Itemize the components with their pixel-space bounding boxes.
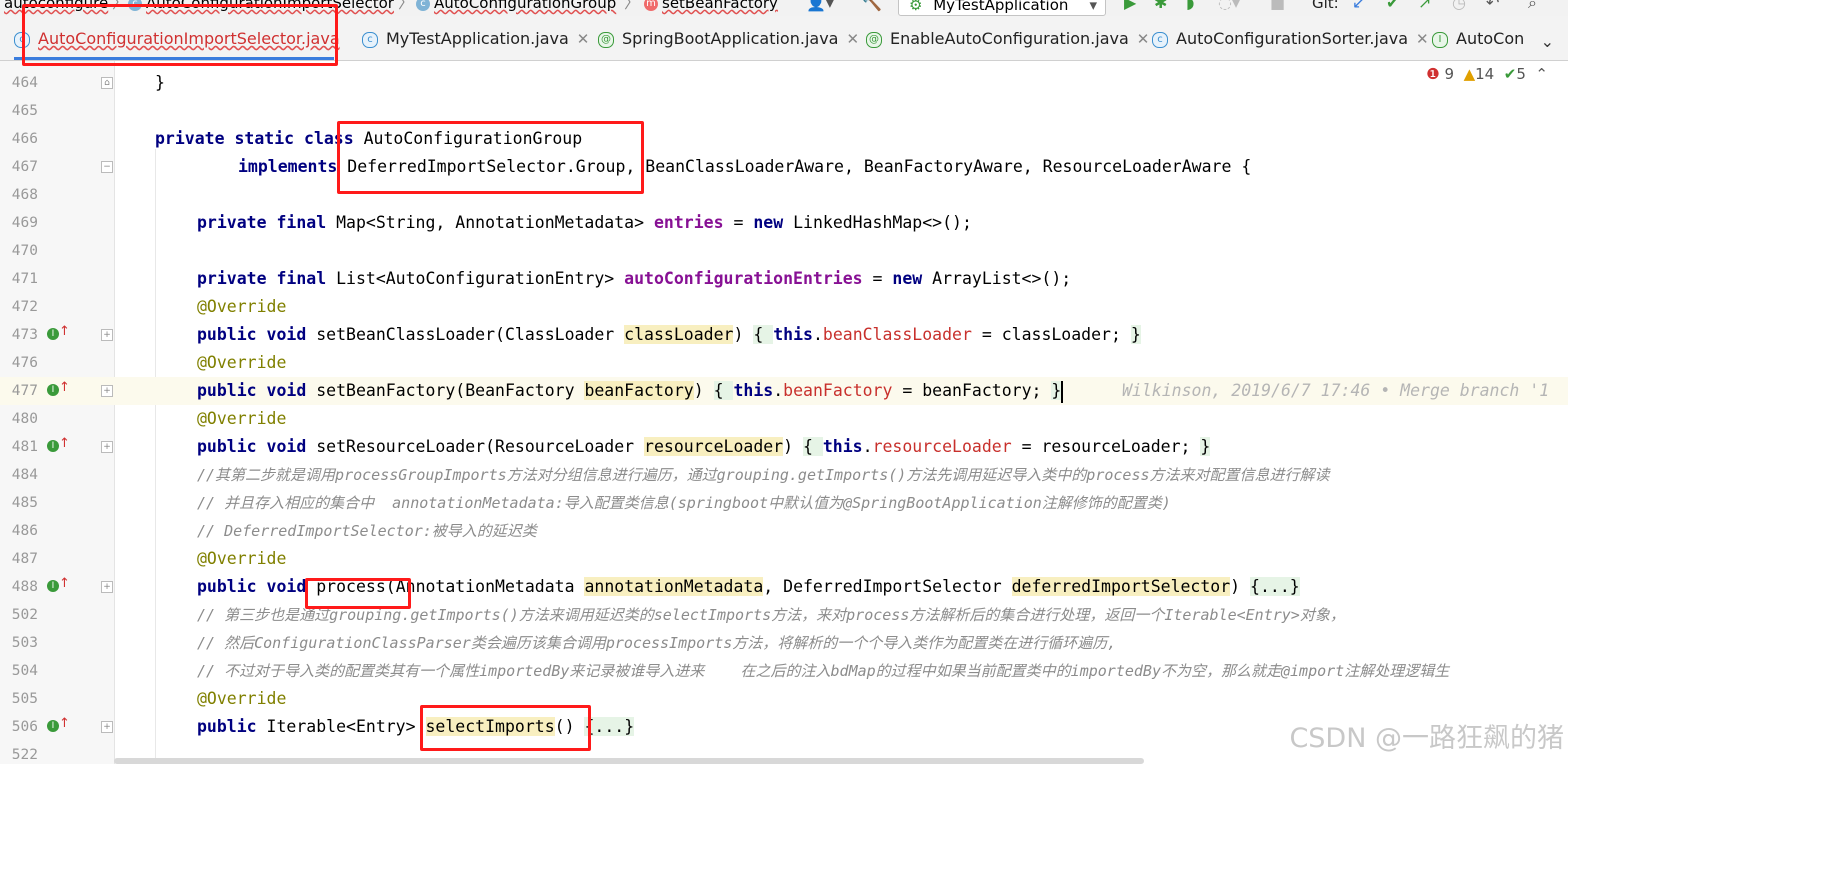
class-icon: c	[362, 31, 378, 48]
git-blame-annotation: Wilkinson, 2019/6/7 17:46 • Merge branch…	[1122, 381, 1550, 400]
watermark: CSDN @一路狂飙的猪	[1289, 723, 1564, 754]
run-icon[interactable]: ▶	[1124, 0, 1136, 11]
code-line-488: 488 I ↑ + public void process(AnnotationM…	[11, 576, 1300, 596]
git-update-icon[interactable]: ↙	[1352, 0, 1365, 11]
code-line-480: 480 @Override	[11, 409, 287, 428]
code-line-467: 467 − implements DeferredImportSelector.…	[11, 157, 1252, 176]
debug-icon[interactable]: ✱	[1154, 0, 1167, 11]
close-icon[interactable]: ✕	[1137, 30, 1150, 48]
code-line-502: 502 // 第三步也是通过grouping.getImports()方法来调用…	[11, 606, 1345, 624]
code-line-487: 487 @Override	[11, 549, 287, 568]
class-icon: c	[416, 0, 430, 11]
stop-icon[interactable]: ■	[1270, 0, 1285, 11]
highlight-box-active-tab	[22, 4, 338, 66]
code-line-473: 473 I ↑ + public void setBeanClassLoader(…	[11, 324, 1141, 344]
code-line-466: 466 private static class AutoConfigurati…	[11, 129, 583, 148]
code-editor[interactable]: ❶ 9 ▲14 ✔5 ⌃ 464 ⌂ } 465 466 private sta…	[0, 61, 1568, 764]
user-icon[interactable]: 👤▾	[806, 0, 834, 11]
code-line-503: 503 // 然后ConfigurationClassParser类会遍历该集合…	[11, 634, 1117, 652]
breadcrumb-separator: 〉	[624, 0, 641, 12]
code-line-504: 504 // 不过对于导入类的配置类其有一个属性importedBy来记录被谁导…	[11, 662, 1450, 680]
breadcrumb-inner-class[interactable]: c AutoConfigurationGroup	[416, 0, 616, 11]
arrow-up-icon: ↑	[59, 380, 70, 395]
arrow-up-icon: ↑	[59, 436, 70, 451]
implements-marker-icon[interactable]: I	[47, 440, 59, 452]
fold-icon[interactable]: +	[101, 329, 113, 341]
close-icon[interactable]: ✕	[577, 30, 590, 48]
implements-marker-icon[interactable]: I	[47, 328, 59, 340]
fold-end-icon[interactable]: ⌂	[101, 77, 113, 89]
fold-icon[interactable]: +	[101, 721, 113, 733]
tab-enableautoconfiguration[interactable]: @ EnableAutoConfiguration.java ✕	[866, 16, 1149, 60]
code-line-464: 464 ⌂ }	[11, 73, 165, 92]
code-line-470: 470	[11, 243, 38, 259]
code-line-484: 484 //其第二步就是调用processGroupImports方法对分组信息…	[11, 466, 1330, 484]
close-icon[interactable]: ✕	[1416, 30, 1429, 48]
folded-code-block[interactable]: {...}	[584, 717, 635, 736]
profile-icon[interactable]: ◌▾	[1218, 0, 1240, 11]
code-line-477-current: 477 I ↑ + public void setBeanFactory(Bean…	[0, 377, 1568, 405]
breadcrumb-separator: 〉	[398, 0, 415, 12]
run-configuration-select[interactable]: ⚙ MyTestApplication ▾	[898, 0, 1106, 16]
highlight-box-group-interface	[337, 121, 644, 194]
implements-marker-icon[interactable]: I	[47, 720, 59, 732]
history-icon[interactable]: ◷	[1452, 0, 1466, 11]
fold-icon[interactable]: +	[101, 441, 113, 453]
arrow-up-icon: ↑	[59, 324, 70, 339]
app-icon: ⚙	[909, 0, 923, 14]
code-line-472: 472 @Override	[11, 297, 287, 316]
fold-icon[interactable]: −	[101, 161, 113, 173]
tab-autoconfigurationsorter[interactable]: c AutoConfigurationSorter.java ✕	[1152, 16, 1429, 60]
code-line-471: 471 private final List<AutoConfiguration…	[11, 269, 1072, 288]
code-line-485: 485 // 并且存入相应的集合中 annotationMetadata:导入配…	[11, 494, 1171, 512]
chevron-down-icon: ▾	[1089, 0, 1097, 14]
git-commit-icon[interactable]: ✔	[1386, 0, 1399, 11]
fold-icon[interactable]: +	[101, 385, 113, 397]
annotation-icon: @	[598, 31, 614, 48]
folded-code-block[interactable]: {...}	[1250, 577, 1300, 596]
git-label: Git:	[1312, 0, 1339, 12]
code-line-476: 476 @Override	[11, 353, 287, 372]
fold-icon[interactable]: +	[101, 581, 113, 593]
annotation-icon: @	[866, 31, 882, 48]
interface-icon: I	[1432, 31, 1448, 48]
coverage-icon[interactable]: ◗	[1186, 0, 1194, 11]
close-icon[interactable]: ✕	[846, 30, 859, 48]
rollback-icon[interactable]: ↶	[1486, 0, 1499, 11]
implements-marker-icon[interactable]: I	[47, 580, 59, 592]
code-line-481: 481 I ↑ + public void setResourceLoader(R…	[11, 436, 1211, 456]
tab-springbootapplication[interactable]: @ SpringBootApplication.java ✕	[598, 16, 859, 60]
arrow-up-icon: ↑	[59, 716, 70, 731]
method-icon: m	[644, 0, 658, 11]
tab-mytestapplication[interactable]: c MyTestApplication.java ✕	[362, 16, 589, 60]
build-hammer-icon[interactable]: 🔨	[862, 0, 882, 11]
tab-autocon[interactable]: I AutoCon	[1432, 16, 1524, 60]
code-line-486: 486 // DeferredImportSelector:被导入的延迟类	[11, 522, 537, 540]
class-icon: c	[1152, 31, 1168, 48]
arrow-up-icon: ↑	[59, 576, 70, 591]
text-caret	[1061, 380, 1063, 403]
tab-list-chevron-icon[interactable]: ⌄	[1541, 32, 1554, 51]
code-line-468: 468	[11, 187, 38, 203]
implements-marker-icon[interactable]: I	[47, 384, 59, 396]
code-line-465: 465	[11, 103, 38, 119]
code-line-469: 469 private final Map<String, Annotation…	[11, 213, 972, 232]
breadcrumb-method[interactable]: m setBeanFactory	[644, 0, 778, 11]
git-push-icon[interactable]: ↗	[1418, 0, 1431, 11]
horizontal-scrollbar[interactable]	[114, 758, 1144, 764]
search-icon[interactable]: ⌕	[1528, 0, 1537, 11]
highlight-box-process-method	[305, 578, 411, 609]
code-line-505: 505 @Override	[11, 689, 287, 708]
highlight-box-selectimports-method	[420, 705, 591, 751]
